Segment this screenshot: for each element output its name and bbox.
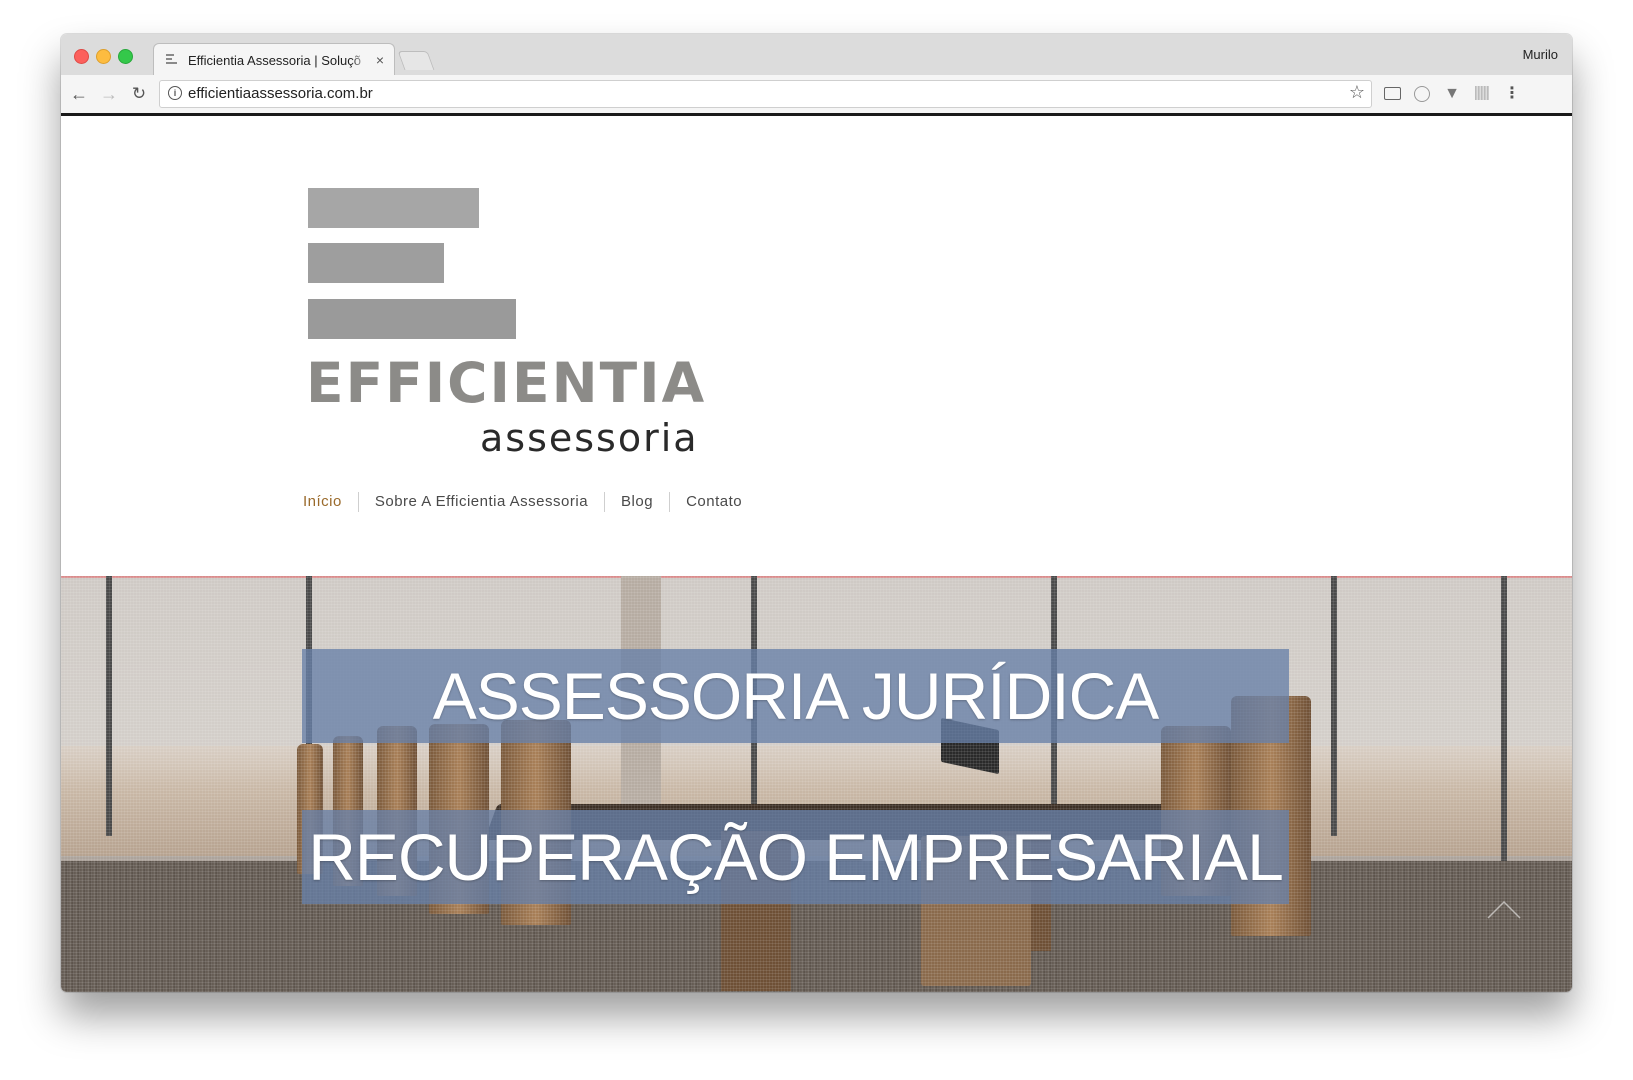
tab-title-fade [350,50,370,72]
back-icon[interactable]: ← [67,82,91,106]
window-maximize-button[interactable] [118,49,133,64]
scroll-to-top-icon[interactable] [1484,894,1524,922]
tab-title: Efficientia Assessoria | Soluçõ [188,53,361,68]
hero-banner: ASSESSORIA JURÍDICA RECUPERAÇÃO EMPRESAR… [61,576,1572,992]
hero-dither-overlay [61,576,1572,992]
kebab-menu-icon[interactable]: ⋮ [1501,83,1523,105]
nav-item-inicio[interactable]: Início [297,492,358,512]
address-bar[interactable]: i efficientiaassessoria.com.br ☆ [159,80,1372,108]
tab-strip: Efficientia Assessoria | Soluçõ × Murilo [61,34,1572,77]
hero-subheadline-box: RECUPERAÇÃO EMPRESARIAL [302,810,1289,904]
web-page: EFFICIENTIA assessoria Início Sobre A Ef… [61,116,1572,992]
bookmark-star-icon[interactable]: ☆ [1349,82,1365,103]
hero-headline-box: ASSESSORIA JURÍDICA [302,649,1289,743]
main-navigation: Início Sobre A Efficientia Assessoria Bl… [297,491,758,513]
nav-item-blog[interactable]: Blog [604,492,669,512]
reload-icon[interactable]: ↻ [127,82,151,106]
url-text[interactable]: efficientiaassessoria.com.br [188,85,373,102]
hero-headline: ASSESSORIA JURÍDICA [432,659,1160,733]
cast-icon[interactable] [1381,83,1403,105]
site-logo[interactable]: EFFICIENTIA assessoria [306,188,708,460]
browser-window: Efficientia Assessoria | Soluçõ × Murilo… [61,34,1572,992]
v-extension-icon[interactable]: ▼ [1441,83,1463,105]
logo-subtitle: assessoria [480,416,699,460]
info-icon[interactable]: i [168,86,182,100]
logo-bar-bottom [308,299,516,339]
browser-tab[interactable]: Efficientia Assessoria | Soluçõ × [153,43,395,77]
logo-wordmark: EFFICIENTIA [306,351,707,415]
profile-name[interactable]: Murilo [1523,47,1558,62]
tab-close-icon[interactable]: × [376,52,384,68]
logo-bar-middle [308,243,444,283]
browser-toolbar: ← → ↻ i efficientiaassessoria.com.br ☆ ▼… [61,75,1572,116]
circle-extension-icon[interactable] [1411,83,1433,105]
window-minimize-button[interactable] [96,49,111,64]
hero-subheadline: RECUPERAÇÃO EMPRESARIAL [308,820,1284,894]
forward-icon[interactable]: → [97,82,121,106]
nav-item-sobre[interactable]: Sobre A Efficientia Assessoria [357,492,604,512]
window-close-button[interactable] [74,49,89,64]
new-tab-button[interactable] [397,51,435,70]
grid-extension-icon[interactable] [1471,83,1493,105]
favicon-icon [166,54,180,66]
logo-bar-top [308,188,479,228]
nav-item-contato[interactable]: Contato [669,492,758,512]
